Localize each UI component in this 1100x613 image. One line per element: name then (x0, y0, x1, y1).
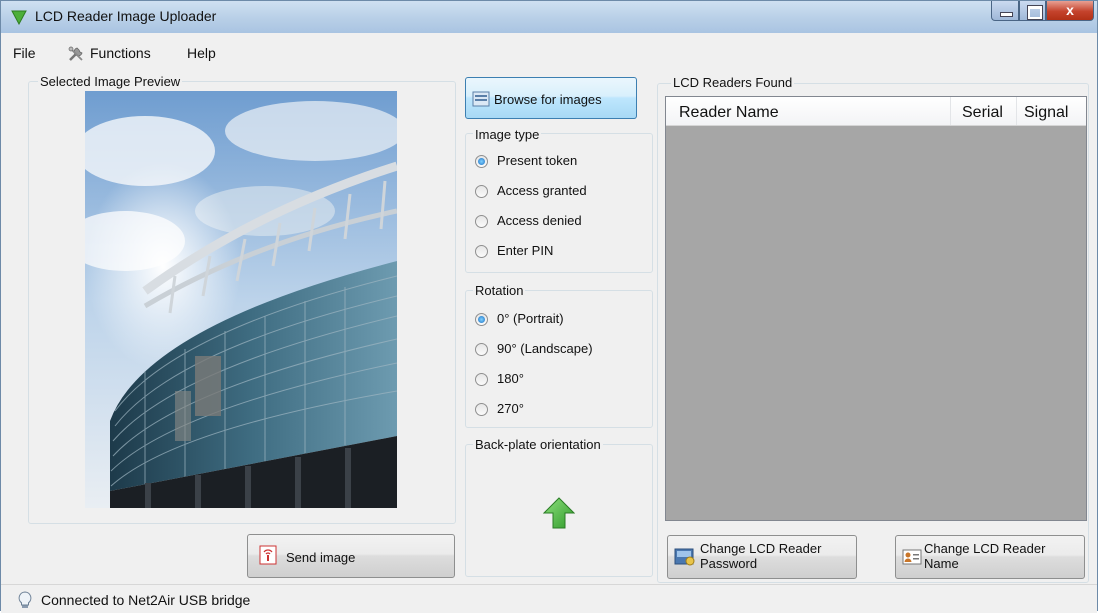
window-title: LCD Reader Image Uploader (35, 8, 217, 24)
close-icon: x (1066, 2, 1074, 18)
radio-button[interactable] (475, 245, 488, 258)
radio-label: 180° (497, 371, 524, 386)
radio-button[interactable] (475, 403, 488, 416)
radio-label: Present token (497, 153, 578, 168)
menu-functions[interactable]: Functions (90, 45, 151, 61)
column-reader-name[interactable]: Reader Name (679, 104, 779, 122)
change-password-line1: Change LCD Reader (700, 541, 822, 556)
browse-images-button[interactable]: Browse for images (465, 77, 637, 119)
send-image-button[interactable]: Send image (247, 534, 455, 578)
status-bar: Connected to Net2Air USB bridge (1, 584, 1097, 613)
radio-button-selected[interactable] (475, 313, 488, 326)
list-header: Reader Name Serial Signal (666, 97, 1086, 126)
app-logo-icon (11, 10, 27, 25)
radio-button[interactable] (475, 343, 488, 356)
radio-button[interactable] (475, 185, 488, 198)
change-name-line2: Name (924, 556, 959, 571)
title-bar[interactable]: LCD Reader Image Uploader x (1, 1, 1097, 34)
radio-label: 0° (Portrait) (497, 311, 564, 326)
change-name-button[interactable]: Change LCD Reader Name (895, 535, 1085, 579)
column-serial[interactable]: Serial (962, 104, 1003, 122)
change-password-line2: Password (700, 556, 758, 571)
change-password-label: Change LCD Reader Password (700, 541, 821, 571)
maximize-icon (1028, 6, 1042, 19)
menu-file[interactable]: File (13, 45, 36, 61)
column-divider[interactable] (950, 97, 951, 125)
change-password-button[interactable]: Change LCD Reader Password (667, 535, 857, 579)
image-type-legend: Image type (473, 127, 542, 142)
send-image-label: Send image (286, 550, 356, 565)
change-name-label: Change LCD Reader Name (924, 541, 1045, 571)
app-window: LCD Reader Image Uploader x File Functio… (0, 0, 1098, 613)
radio-label: 90° (Landscape) (497, 341, 593, 356)
menu-help[interactable]: Help (187, 45, 216, 61)
radio-label: Access denied (497, 213, 582, 228)
radio-button[interactable] (475, 215, 488, 228)
radio-label: Access granted (497, 183, 587, 198)
up-arrow-icon[interactable] (543, 497, 575, 529)
browse-icon (472, 91, 490, 107)
menu-bar: File Functions Help (1, 33, 1097, 69)
minimize-icon (1000, 12, 1013, 17)
browse-images-label: Browse for images (494, 92, 602, 107)
rotation-legend: Rotation (473, 283, 526, 298)
column-divider[interactable] (1016, 97, 1017, 125)
radio-button-selected[interactable] (475, 155, 488, 168)
image-preview (85, 91, 397, 508)
radio-label: 270° (497, 401, 524, 416)
column-signal[interactable]: Signal (1024, 104, 1068, 122)
status-text: Connected to Net2Air USB bridge (41, 592, 251, 608)
readers-legend: LCD Readers Found (671, 75, 795, 90)
readers-list[interactable]: Reader Name Serial Signal (665, 96, 1087, 521)
stadium-photo (85, 91, 397, 508)
radio-button[interactable] (475, 373, 488, 386)
change-name-line1: Change LCD Reader (924, 541, 1046, 556)
radio-label: Enter PIN (497, 243, 554, 258)
minimize-button[interactable] (991, 1, 1019, 21)
close-button[interactable]: x (1046, 1, 1094, 21)
image-preview-legend: Selected Image Preview (38, 74, 183, 89)
password-icon (674, 548, 695, 566)
lightbulb-icon (18, 591, 32, 608)
backplate-legend: Back-plate orientation (473, 437, 603, 452)
maximize-button[interactable] (1019, 1, 1046, 21)
send-icon (259, 545, 277, 565)
name-card-icon (902, 549, 922, 565)
tools-icon (68, 46, 83, 61)
